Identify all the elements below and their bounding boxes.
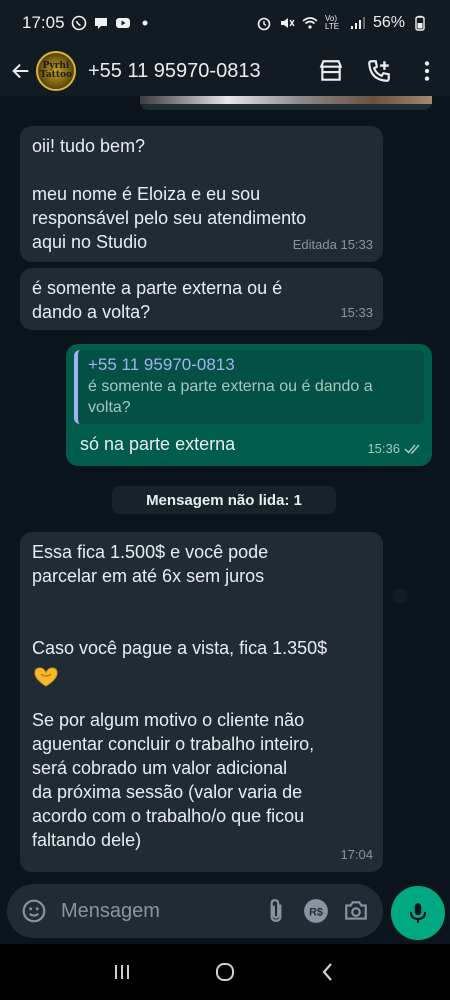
composer: Mensagem R$ (0, 880, 450, 944)
chat-icon (94, 18, 107, 29)
contact-name[interactable]: +55 11 95970-0813 (88, 60, 296, 83)
message-meta: Editada 15:33 (293, 233, 373, 257)
battery-icon (415, 15, 425, 31)
add-call-icon[interactable] (366, 58, 392, 84)
store-icon[interactable] (318, 58, 344, 84)
mic-button[interactable] (391, 886, 445, 940)
avatar-logo-text: Pyrhi Tattoo (40, 61, 72, 80)
battery-text: 56% (372, 14, 405, 31)
camera-icon[interactable] (343, 898, 369, 924)
attach-icon[interactable] (263, 898, 289, 924)
recent-apps-icon[interactable] (110, 960, 134, 984)
message-time: 15:36 (367, 441, 400, 456)
previous-media-message[interactable] (140, 96, 432, 110)
chat-area[interactable]: oii! tudo bem? meu nome é Eloiza e eu so… (0, 96, 450, 880)
emoji-icon[interactable] (21, 898, 47, 924)
chat-header: Pyrhi Tattoo +55 11 95970-0813 (0, 46, 450, 96)
status-time: 17:05 (22, 13, 65, 32)
message-time: 17:04 (340, 847, 373, 862)
message-time: Editada 15:33 (292, 237, 373, 252)
quote-text: é somente a parte externa ou é dando a v… (88, 378, 373, 416)
system-nav-bar (0, 944, 450, 1000)
home-icon[interactable] (213, 960, 237, 984)
heart-hands-icon (34, 667, 58, 687)
signal-icon (350, 17, 365, 29)
double-check-icon (404, 444, 420, 454)
message-incoming[interactable]: é somente a parte externa ou é dando a v… (20, 268, 383, 330)
back-arrow-icon[interactable] (10, 60, 32, 82)
network-label: Vo) LTE (324, 14, 340, 31)
avatar[interactable]: Pyrhi Tattoo (36, 51, 76, 91)
emoji-line (32, 660, 371, 694)
message-text: é somente a parte externa ou é dando a v… (32, 278, 283, 322)
message-text-part-a: Essa fica 1.500$ e você pode parcelar em… (32, 542, 328, 658)
input-placeholder[interactable]: Mensagem (61, 900, 249, 923)
wifi-icon (302, 17, 318, 29)
back-icon[interactable] (316, 960, 340, 984)
message-meta: 15:33 (340, 301, 373, 325)
mic-icon (409, 903, 427, 923)
mute-icon (280, 18, 295, 28)
message-input[interactable]: Mensagem R$ (7, 884, 383, 938)
youtube-icon (115, 18, 130, 28)
message-meta: 17:04 (340, 843, 373, 867)
alarm-icon (257, 17, 271, 31)
message-incoming[interactable]: Essa fica 1.500$ e você pode parcelar em… (20, 532, 383, 872)
status-bar: 17:05 Vo) LTE 56% (0, 0, 450, 46)
message-text-part-b: Se por algum motivo o cliente não aguent… (32, 710, 315, 850)
message-outgoing[interactable]: +55 11 95970-0813 é somente a parte exte… (66, 344, 432, 466)
message-meta: 15:36 (367, 437, 422, 461)
quote-author: +55 11 95970-0813 (88, 355, 235, 374)
more-vert-icon[interactable] (414, 58, 440, 84)
message-time: 15:33 (340, 305, 373, 320)
message-incoming[interactable]: oii! tudo bem? meu nome é Eloiza e eu so… (20, 126, 383, 262)
whatsapp-icon (71, 15, 86, 31)
dot-icon (142, 20, 148, 26)
quoted-message[interactable]: +55 11 95970-0813 é somente a parte exte… (74, 350, 424, 424)
svg-text:R$: R$ (309, 906, 323, 918)
payment-icon[interactable]: R$ (303, 898, 329, 924)
unread-messages-banner: Mensagem não lida: 1 (112, 486, 336, 514)
media-thumbnail (140, 96, 432, 104)
